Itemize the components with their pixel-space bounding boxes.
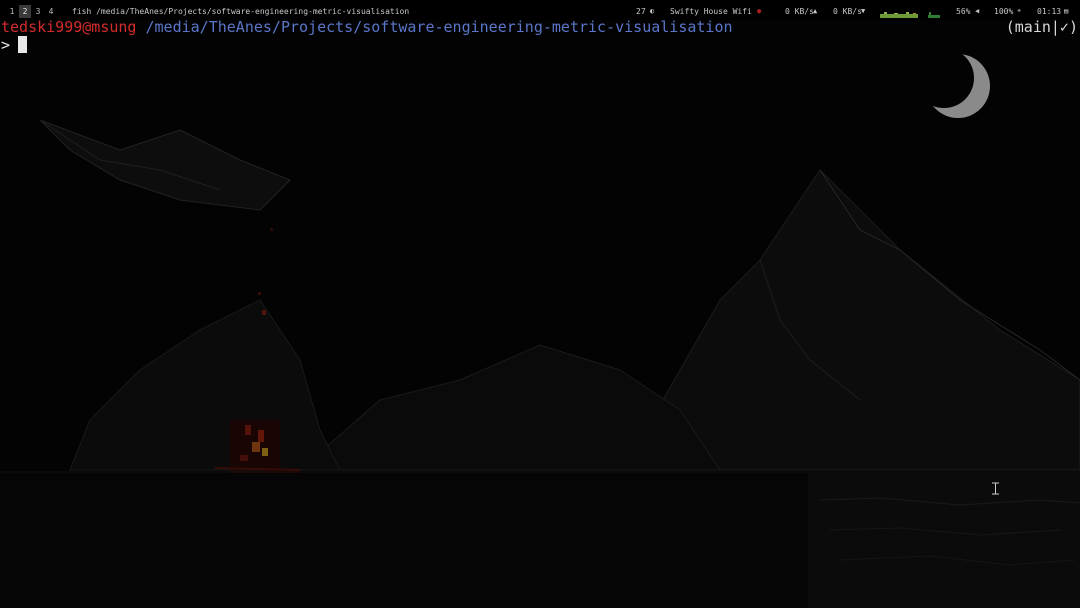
temperature-icon: ◐ bbox=[650, 7, 655, 15]
brightness-value[interactable]: 100% bbox=[994, 5, 1013, 18]
volume-value[interactable]: 56% bbox=[956, 5, 970, 18]
temperature-value: 27 bbox=[636, 7, 646, 16]
workspace-4-button[interactable]: 4 bbox=[45, 5, 57, 18]
volume-icon: ◀ bbox=[975, 7, 980, 15]
git-status: (main|✓) bbox=[1005, 18, 1078, 36]
prompt-symbol: > bbox=[1, 36, 11, 54]
network-graph bbox=[928, 12, 940, 18]
window-title: fish /media/TheAnes/Projects/software-en… bbox=[72, 7, 410, 16]
upload-speed: 0 KB/s bbox=[785, 7, 814, 16]
workspace-2-button[interactable]: 2 bbox=[19, 5, 31, 18]
ibeam-cursor-icon bbox=[992, 482, 999, 495]
brightness-icon: ☀ bbox=[1017, 7, 1022, 15]
prompt-user-host: tedski999@msung bbox=[1, 18, 137, 36]
text-cursor bbox=[18, 36, 27, 53]
wifi-name[interactable]: Swifty House Wifi bbox=[670, 5, 752, 18]
prompt-line: tedski999@msung /media/TheAnes/Projects/… bbox=[1, 18, 733, 36]
terminal[interactable]: tedski999@msung /media/TheAnes/Projects/… bbox=[0, 18, 1080, 58]
prompt-cwd: /media/TheAnes/Projects/software-enginee… bbox=[145, 18, 733, 36]
input-line[interactable]: > bbox=[1, 36, 10, 54]
wallpaper bbox=[0, 0, 1080, 608]
desktop: 1 2 3 4 fish /media/TheAnes/Projects/sof… bbox=[0, 0, 1080, 608]
wifi-status-icon: ● bbox=[757, 7, 762, 15]
top-bar: 1 2 3 4 fish /media/TheAnes/Projects/sof… bbox=[0, 0, 1080, 20]
workspace-3-button[interactable]: 3 bbox=[32, 5, 44, 18]
upload-arrow-icon: ▲ bbox=[813, 7, 818, 15]
download-speed: 0 KB/s bbox=[833, 7, 862, 16]
calendar-icon: ▤ bbox=[1064, 7, 1069, 15]
workspace-1-button[interactable]: 1 bbox=[6, 5, 18, 18]
clock: 01:13 bbox=[1037, 7, 1062, 16]
download-arrow-icon: ▼ bbox=[861, 7, 866, 15]
cpu-graph bbox=[880, 12, 918, 18]
